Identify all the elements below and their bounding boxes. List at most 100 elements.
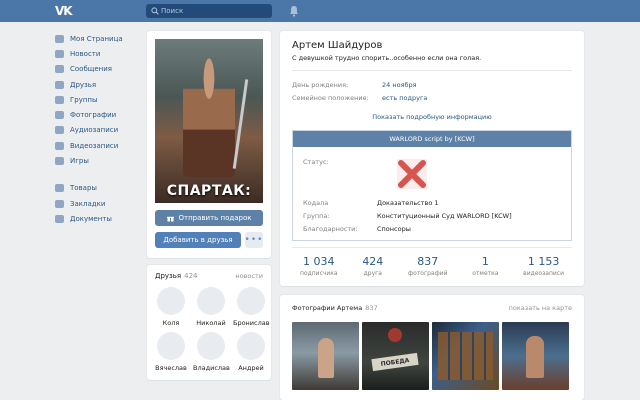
app-info-value: Спонсоры	[377, 225, 411, 233]
photo-figure	[318, 338, 334, 378]
nav-item-label: Моя Страница	[70, 34, 123, 43]
photo-thumb[interactable]: ПОБЕДА	[362, 322, 429, 390]
photos-icon	[55, 111, 64, 120]
nav-item-label: Игры	[70, 157, 89, 166]
goods-icon	[55, 184, 64, 193]
show-on-map-link[interactable]: показать на карте	[509, 304, 572, 312]
app-info-value: Конституционный Суд WARLORD [KCW]	[377, 212, 512, 220]
messages-icon	[55, 65, 64, 74]
nav-item[interactable]: Закладки	[55, 196, 145, 211]
profile-counter[interactable]: 1 отметка	[472, 255, 498, 277]
friend-avatar	[157, 332, 185, 360]
profile-status[interactable]: С девушкой трудно спорить..особенно если…	[292, 54, 481, 62]
red-x-icon	[397, 159, 427, 189]
app-info-label: Группа:	[303, 212, 330, 220]
search-box[interactable]	[146, 4, 272, 18]
documents-icon	[55, 214, 64, 223]
friend-name: Бронислав	[233, 319, 270, 327]
nav-item[interactable]: Документы	[55, 211, 145, 226]
profile-counter[interactable]: 1 034 подписчика	[300, 255, 338, 277]
friend-avatar	[197, 332, 225, 360]
nav-item[interactable]: Сообщения	[55, 62, 145, 77]
birthday-label: День рождения:	[292, 81, 349, 89]
nav-item[interactable]: Товары	[55, 181, 145, 196]
friend-item[interactable]: Бронислав	[233, 287, 270, 327]
nav-item-label: Видеозаписи	[70, 141, 119, 150]
friends-icon	[55, 80, 64, 89]
nav-item[interactable]: Фотографии	[55, 107, 145, 122]
app-info-label: Благодарности:	[303, 225, 358, 233]
bell-icon[interactable]	[289, 5, 299, 17]
video-icon	[55, 141, 64, 150]
counter-value: 1 153	[527, 255, 560, 268]
photo-thumb[interactable]	[502, 322, 569, 390]
news-icon	[55, 49, 64, 58]
more-actions-button[interactable]: •••	[245, 232, 263, 248]
add-friend-button[interactable]: Добавить в друзья	[155, 232, 241, 248]
photo-thumb[interactable]	[432, 322, 499, 390]
photo-thumb[interactable]	[292, 322, 359, 390]
divider	[292, 247, 572, 248]
search-input[interactable]	[161, 4, 266, 18]
nav-item-label: Группы	[70, 95, 98, 104]
friends-title-group[interactable]: Друзья 424	[155, 272, 198, 280]
nav-item[interactable]: Моя Страница	[55, 31, 145, 46]
friends-card: Друзья 424 новости Коля Николай Бронислав Вя…	[147, 265, 271, 380]
friend-item[interactable]: Владислав	[193, 332, 230, 372]
friend-name: Николай	[196, 319, 226, 327]
friend-name: Андрей	[238, 364, 264, 372]
nav-item[interactable]: Группы	[55, 92, 145, 107]
avatar-sword	[232, 79, 249, 169]
birthday-value[interactable]: 24 ноября	[382, 81, 417, 89]
nav-item[interactable]: Новости	[55, 46, 145, 61]
divider	[292, 70, 572, 71]
games-icon	[55, 157, 64, 166]
counter-value: 1 034	[303, 255, 335, 268]
app-info-value: Доказательство 1	[377, 199, 439, 207]
friends-header: Друзья 424 новости	[155, 272, 263, 280]
photo-figure	[526, 336, 544, 378]
counter-label: фотографий	[408, 270, 448, 277]
profile-counter[interactable]: 1 153 видеозаписи	[523, 255, 564, 277]
nav-item[interactable]: Аудиозаписи	[55, 123, 145, 138]
send-gift-button[interactable]: Отправить подарок	[155, 210, 263, 226]
friend-item[interactable]: Коля	[153, 287, 189, 327]
photos-card: Фотографии Артема 837 показать на карте П…	[280, 295, 584, 400]
groups-icon	[55, 95, 64, 104]
counter-label: видеозаписи	[523, 270, 564, 277]
friend-avatar	[157, 287, 185, 315]
counter-label: подписчика	[300, 270, 338, 277]
friend-avatar	[237, 287, 265, 315]
friend-item[interactable]: Андрей	[233, 332, 269, 372]
photos-title-group[interactable]: Фотографии Артема 837	[292, 304, 378, 312]
profile-avatar[interactable]: СПАРТАК:	[155, 39, 263, 203]
friend-item[interactable]: Вячеслав	[153, 332, 189, 372]
profile-counter[interactable]: 424 друга	[362, 255, 383, 277]
nav-item[interactable]: Игры	[55, 153, 145, 168]
gift-icon	[166, 216, 174, 221]
nav-item[interactable]: Видеозаписи	[55, 138, 145, 153]
app-widget-title[interactable]: WARLORD script by [KCW]	[293, 131, 571, 147]
friend-name: Вячеслав	[155, 364, 187, 372]
friend-item[interactable]: Николай	[193, 287, 229, 327]
nav-item-label: Товары	[70, 184, 97, 193]
avatar-figure	[183, 57, 235, 177]
left-nav: Моя Страница Новости Сообщения Друзья Группы…	[55, 31, 145, 227]
friends-updates-link[interactable]: новости	[235, 272, 263, 280]
user-icon	[55, 34, 64, 43]
nav-item[interactable]: Друзья	[55, 77, 145, 92]
nav-item-label: Фотографии	[70, 111, 117, 120]
nav-item-label: Закладки	[70, 199, 106, 208]
profile-counter[interactable]: 837 фотографий	[408, 255, 448, 277]
family-value[interactable]: есть подруга	[382, 94, 427, 102]
friend-avatar	[237, 332, 265, 360]
show-more-info-link[interactable]: Показать подробную информацию	[280, 113, 584, 121]
friend-name: Коля	[162, 319, 180, 327]
top-bar: VK	[0, 0, 640, 22]
avatar-card: СПАРТАК: Отправить подарок Добавить в др…	[147, 31, 271, 258]
friend-avatar	[197, 287, 225, 315]
nav-item-label: Аудиозаписи	[70, 126, 119, 135]
vk-logo[interactable]: VK	[55, 4, 73, 18]
counter-value: 424	[362, 255, 384, 268]
friends-count: 424	[184, 272, 198, 280]
